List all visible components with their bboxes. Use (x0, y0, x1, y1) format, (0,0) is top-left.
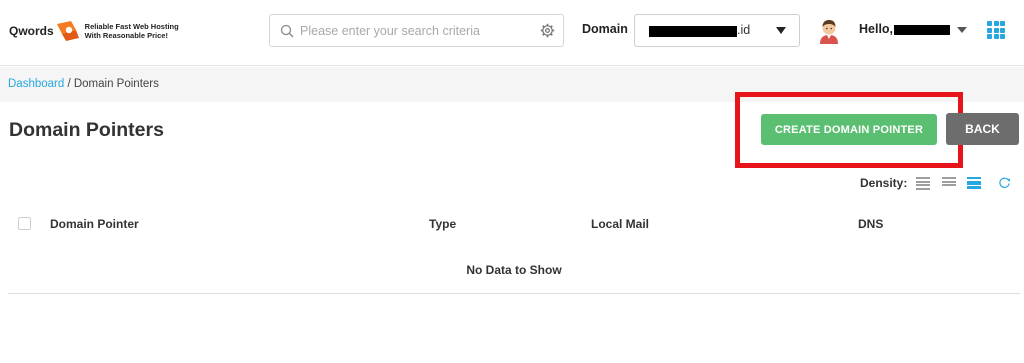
empty-table-message: No Data to Show (466, 263, 562, 277)
density-compact-icon[interactable] (916, 177, 930, 190)
domain-select[interactable]: .id (634, 14, 800, 47)
avatar[interactable] (818, 18, 840, 44)
logo-word: Qwords (9, 24, 54, 38)
column-header-type[interactable]: Type (429, 217, 456, 231)
top-header: Qwords Reliable Fast Web Hosting With Re… (0, 0, 1024, 66)
column-header-local-mail[interactable]: Local Mail (591, 217, 649, 231)
back-button[interactable]: BACK (946, 113, 1019, 145)
create-domain-pointer-button[interactable]: CREATE DOMAIN POINTER (761, 114, 937, 145)
redacted-domain (649, 26, 737, 37)
select-all-checkbox[interactable] (18, 217, 31, 230)
table-divider (8, 293, 1020, 294)
density-comfortable-icon[interactable] (967, 177, 981, 189)
search-box (269, 14, 564, 47)
breadcrumb: Dashboard / Domain Pointers (8, 78, 159, 90)
logo[interactable]: Qwords Reliable Fast Web Hosting With Re… (9, 15, 179, 47)
chevron-down-icon (776, 27, 786, 34)
column-header-domain-pointer[interactable]: Domain Pointer (50, 217, 139, 231)
logo-tagline-line-1: Reliable Fast Web Hosting (84, 22, 179, 31)
density-medium-icon[interactable] (942, 177, 956, 189)
breadcrumb-current: Domain Pointers (73, 78, 159, 90)
domain-label: Domain (582, 22, 628, 36)
density-label: Density: (860, 176, 908, 190)
breadcrumb-dashboard-link[interactable]: Dashboard (8, 78, 64, 90)
logo-mark-icon (56, 21, 79, 41)
apps-grid-icon[interactable] (987, 21, 1005, 39)
logo-tagline-line-2: With Reasonable Price! (84, 31, 168, 40)
page-title: Domain Pointers (9, 119, 164, 141)
refresh-icon[interactable] (998, 176, 1011, 189)
user-greeting[interactable]: Hello, (859, 22, 893, 36)
search-input[interactable] (300, 15, 536, 46)
domain-value: .id (737, 23, 751, 37)
gear-icon[interactable] (540, 23, 555, 38)
breadcrumb-separator: / (64, 78, 74, 90)
column-header-dns[interactable]: DNS (858, 217, 883, 231)
logo-tagline: Reliable Fast Web Hosting With Reasonabl… (85, 22, 179, 40)
redacted-username (894, 25, 950, 35)
user-menu-chevron-down-icon[interactable] (957, 27, 967, 33)
search-icon (280, 24, 294, 37)
